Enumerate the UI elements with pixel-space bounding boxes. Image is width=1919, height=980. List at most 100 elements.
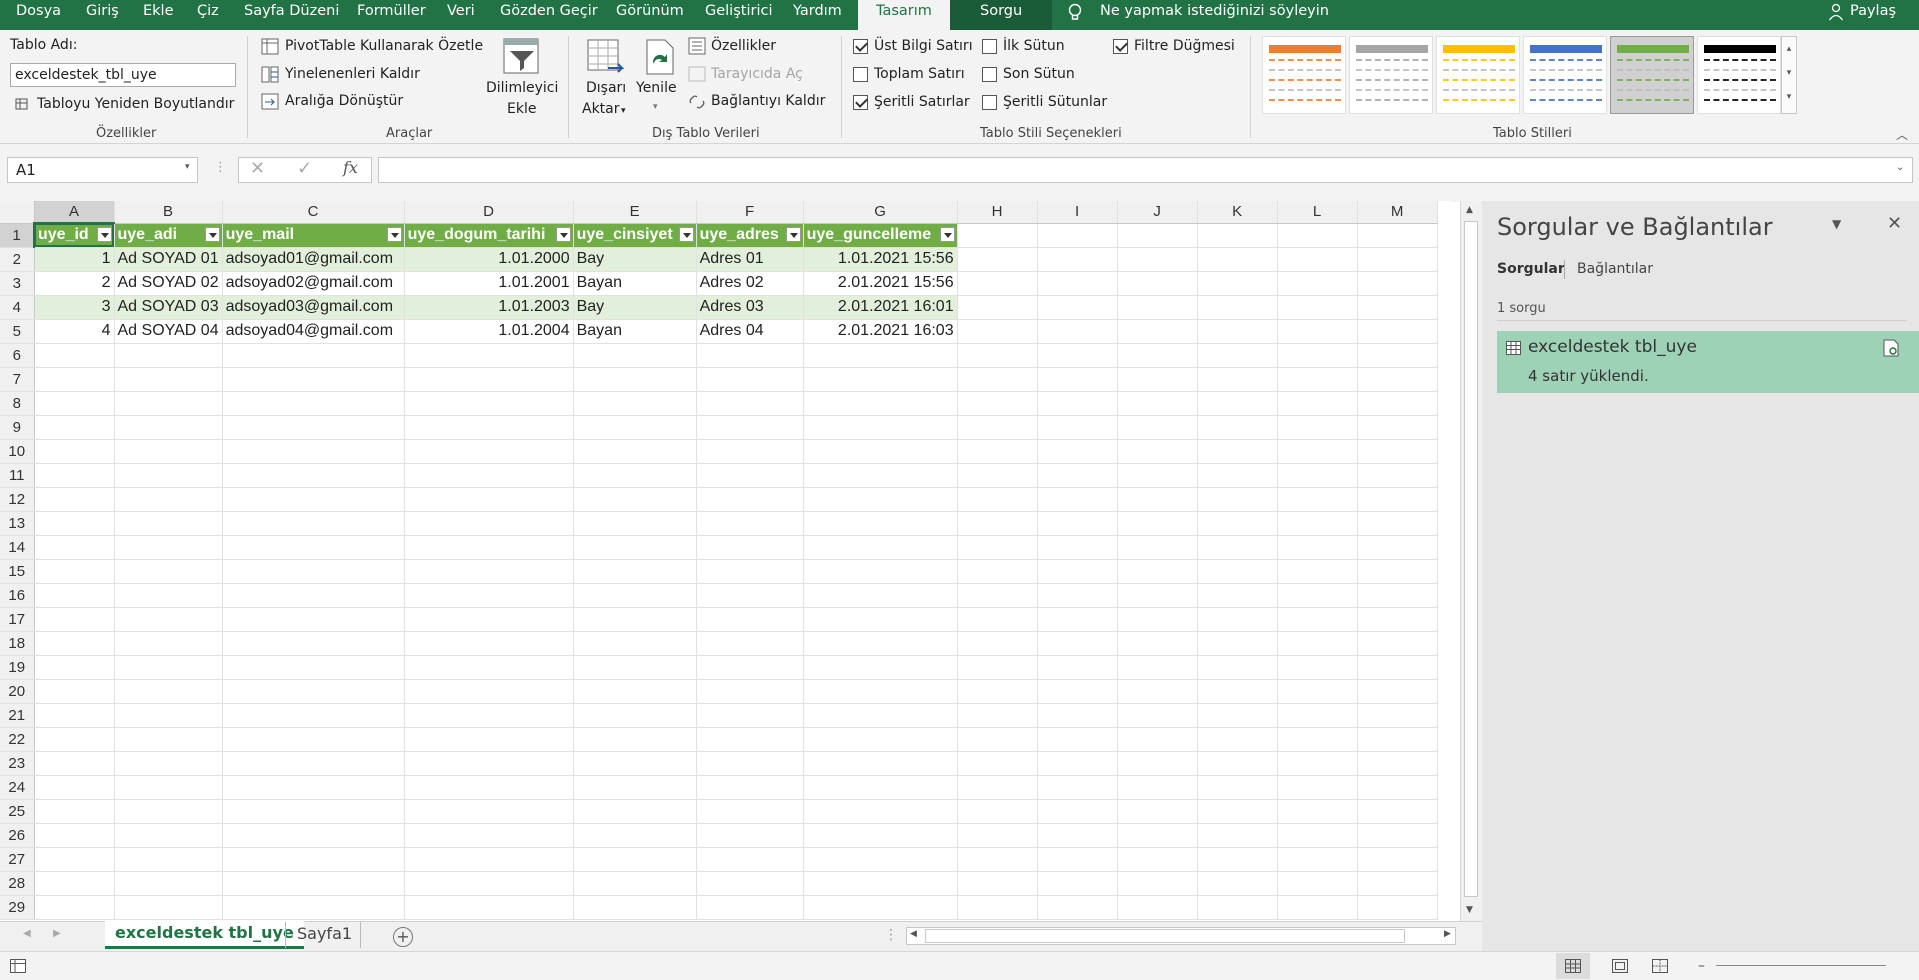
- row-header[interactable]: 20: [0, 679, 35, 704]
- cell[interactable]: [222, 799, 405, 824]
- table-cell[interactable]: adsoyad03@gmail.com: [222, 295, 405, 320]
- last-column-checkbox[interactable]: [982, 67, 997, 82]
- cell[interactable]: [222, 463, 405, 488]
- cell[interactable]: [34, 679, 115, 704]
- cell[interactable]: [1277, 775, 1358, 800]
- row-header[interactable]: 17: [0, 607, 35, 632]
- column-header[interactable]: J: [1117, 201, 1198, 224]
- cell[interactable]: [1357, 703, 1438, 728]
- cell[interactable]: [1037, 583, 1118, 608]
- cell[interactable]: [1197, 823, 1278, 848]
- cell[interactable]: [34, 343, 115, 368]
- cell[interactable]: [957, 583, 1038, 608]
- export-button-line1[interactable]: Dışarı: [586, 80, 626, 96]
- cell[interactable]: [1357, 775, 1438, 800]
- cell[interactable]: [1277, 463, 1358, 488]
- cell[interactable]: [1197, 223, 1278, 248]
- cell[interactable]: [404, 463, 574, 488]
- cell[interactable]: [696, 439, 804, 464]
- cell[interactable]: [1117, 559, 1198, 584]
- cell[interactable]: [114, 727, 223, 752]
- cell[interactable]: [404, 511, 574, 536]
- cell[interactable]: [34, 583, 115, 608]
- cell[interactable]: [573, 367, 697, 392]
- cell[interactable]: [573, 847, 697, 872]
- properties-button[interactable]: Özellikler: [711, 38, 776, 54]
- cell[interactable]: [957, 295, 1038, 320]
- cell[interactable]: [404, 751, 574, 776]
- cell[interactable]: [1277, 391, 1358, 416]
- unlink-button[interactable]: Bağlantıyı Kaldır: [711, 93, 825, 109]
- row-header[interactable]: 29: [0, 895, 35, 920]
- cell[interactable]: [1037, 823, 1118, 848]
- cell[interactable]: [114, 391, 223, 416]
- filter-dropdown-icon[interactable]: [939, 226, 955, 242]
- cell[interactable]: [1197, 439, 1278, 464]
- cell[interactable]: [1117, 391, 1198, 416]
- cell[interactable]: [1357, 583, 1438, 608]
- table-style-swatch[interactable]: [1436, 36, 1520, 114]
- cell[interactable]: [1357, 319, 1438, 344]
- cell[interactable]: [222, 487, 405, 512]
- cell[interactable]: [803, 823, 958, 848]
- cell[interactable]: [1037, 871, 1118, 896]
- cell[interactable]: [696, 655, 804, 680]
- table-header-cell[interactable]: uye_guncelleme: [803, 223, 958, 248]
- cell[interactable]: [957, 439, 1038, 464]
- cell[interactable]: [1197, 343, 1278, 368]
- cell[interactable]: [404, 871, 574, 896]
- cell[interactable]: [222, 415, 405, 440]
- cell[interactable]: [1357, 847, 1438, 872]
- cell[interactable]: [222, 823, 405, 848]
- table-cell[interactable]: Bayan: [573, 271, 697, 296]
- table-header-cell[interactable]: uye_mail: [222, 223, 405, 248]
- cell[interactable]: [34, 775, 115, 800]
- open-in-browser-button[interactable]: Tarayıcıda Aç: [711, 66, 803, 82]
- cell[interactable]: [957, 871, 1038, 896]
- cell[interactable]: [222, 343, 405, 368]
- row-header[interactable]: 15: [0, 559, 35, 584]
- select-all-corner[interactable]: [0, 201, 35, 224]
- cell[interactable]: [1117, 439, 1198, 464]
- collapse-ribbon-icon[interactable]: ︿: [1896, 126, 1908, 143]
- table-cell[interactable]: adsoyad02@gmail.com: [222, 271, 405, 296]
- column-header[interactable]: C: [222, 201, 405, 224]
- cell[interactable]: [1277, 271, 1358, 296]
- column-header[interactable]: G: [803, 201, 958, 224]
- table-cell[interactable]: 2.01.2021 16:01: [803, 295, 958, 320]
- cell[interactable]: [114, 799, 223, 824]
- cell[interactable]: [803, 871, 958, 896]
- row-header[interactable]: 7: [0, 367, 35, 392]
- cell[interactable]: [803, 367, 958, 392]
- cell[interactable]: [573, 751, 697, 776]
- column-header[interactable]: E: [573, 201, 697, 224]
- cell[interactable]: [1197, 727, 1278, 752]
- cell[interactable]: [34, 895, 115, 920]
- cell[interactable]: [696, 895, 804, 920]
- cell[interactable]: [404, 607, 574, 632]
- cell[interactable]: [803, 439, 958, 464]
- table-header-cell[interactable]: uye_cinsiyet: [573, 223, 697, 248]
- row-header[interactable]: 12: [0, 487, 35, 512]
- cell[interactable]: [1197, 271, 1278, 296]
- cell[interactable]: [1357, 439, 1438, 464]
- zoom-slider[interactable]: [1716, 965, 1886, 966]
- cell[interactable]: [1117, 631, 1198, 656]
- column-header[interactable]: I: [1037, 201, 1118, 224]
- cell[interactable]: [1197, 295, 1278, 320]
- cell[interactable]: [1357, 415, 1438, 440]
- cell[interactable]: [803, 631, 958, 656]
- cell[interactable]: [34, 703, 115, 728]
- cell[interactable]: [34, 823, 115, 848]
- share-button[interactable]: Paylaş: [1850, 0, 1896, 30]
- cell[interactable]: [1117, 511, 1198, 536]
- cell[interactable]: [1037, 847, 1118, 872]
- tab-veri[interactable]: Veri: [447, 0, 475, 30]
- cell[interactable]: [957, 463, 1038, 488]
- cell[interactable]: [573, 463, 697, 488]
- cell[interactable]: [1277, 823, 1358, 848]
- cell[interactable]: [1037, 415, 1118, 440]
- cell[interactable]: [696, 415, 804, 440]
- cell[interactable]: [696, 367, 804, 392]
- cell[interactable]: [1117, 271, 1198, 296]
